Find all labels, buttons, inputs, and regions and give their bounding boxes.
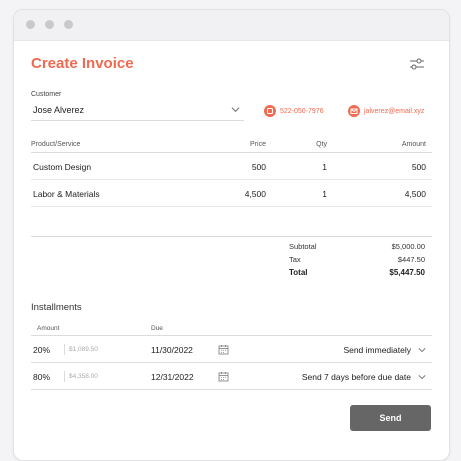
total-label: Total <box>289 268 308 277</box>
customer-value: Jose Alverez <box>33 105 85 115</box>
tax-label: Tax <box>289 255 301 264</box>
page-title: Create Invoice <box>31 55 134 72</box>
send-button[interactable]: Send <box>350 405 431 431</box>
phone-icon <box>264 105 276 117</box>
qty-cell: 1 <box>322 189 327 199</box>
due-date-field[interactable]: 11/30/2022 <box>151 345 193 355</box>
due-date-field[interactable]: 12/31/2022 <box>151 372 194 382</box>
total-value: $5,447.50 <box>389 268 425 277</box>
customer-select[interactable]: Jose Alverez <box>31 99 244 121</box>
column-price: Price <box>250 141 266 148</box>
send-schedule-select[interactable]: Send immediately <box>343 345 411 355</box>
table-row[interactable]: Custom Design 500 1 500 <box>31 153 432 180</box>
settings-sliders-icon[interactable] <box>409 57 425 71</box>
column-qty: Qty <box>316 141 327 148</box>
divider <box>64 344 65 355</box>
product-cell: Custom Design <box>33 162 92 172</box>
app-window: Create Invoice Customer Jose Alverez 522… <box>13 9 450 461</box>
calendar-icon[interactable] <box>218 371 229 382</box>
window-titlebar <box>14 10 449 41</box>
window-minimize-dot[interactable] <box>45 20 54 29</box>
percent-field[interactable]: 80% <box>33 372 50 382</box>
invoice-form: Create Invoice Customer Jose Alverez 522… <box>31 41 432 460</box>
chevron-down-icon <box>418 375 426 380</box>
tax-value: $447.50 <box>397 255 425 264</box>
line-items-table: Product/Service Price Qty Amount Custom … <box>31 137 432 207</box>
subtotal-label: Subtotal <box>289 242 317 251</box>
price-cell: 500 <box>251 162 266 172</box>
customer-phone[interactable]: 522-050-7976 <box>264 105 324 117</box>
amount-cell: 4,500 <box>404 189 426 199</box>
installments-title: Installments <box>31 302 82 313</box>
tax-row: Tax $447.50 <box>289 255 425 268</box>
amount-cell: 500 <box>411 162 426 172</box>
column-amount: Amount <box>37 325 60 332</box>
price-cell: 4,500 <box>244 189 266 199</box>
percent-field[interactable]: 20% <box>33 345 50 355</box>
customer-label: Customer <box>31 91 62 98</box>
chevron-down-icon <box>418 348 426 353</box>
calendar-icon[interactable] <box>218 344 229 355</box>
column-product: Product/Service <box>31 141 81 148</box>
window-maximize-dot[interactable] <box>64 20 73 29</box>
line-items-header: Product/Service Price Qty Amount <box>31 137 432 153</box>
column-amount: Amount <box>401 141 426 148</box>
window-close-dot[interactable] <box>26 20 35 29</box>
installment-row: 20% $1,089.50 11/30/2022 Send immediatel… <box>31 336 432 363</box>
subtotal-value: $5,000.00 <box>391 242 425 251</box>
product-cell: Labor & Materials <box>33 189 100 199</box>
column-due: Due <box>151 325 163 332</box>
installment-row: 80% $4,358.00 12/31/2022 Send 7 days bef… <box>31 363 432 390</box>
installments-table: Amount Due 20% $1,089.50 11/30/2022 Send… <box>31 322 432 390</box>
send-schedule-select[interactable]: Send 7 days before due date <box>302 372 411 382</box>
chevron-down-icon <box>231 107 240 113</box>
phone-text: 522-050-7976 <box>280 107 324 115</box>
qty-cell: 1 <box>322 162 327 172</box>
divider <box>64 371 65 382</box>
installment-amount: $1,089.50 <box>69 346 98 353</box>
installment-amount: $4,358.00 <box>69 373 98 380</box>
mail-icon <box>348 105 360 117</box>
divider <box>31 236 432 237</box>
installments-header: Amount Due <box>31 322 432 336</box>
email-text: jalverez@email.xyz <box>364 107 425 115</box>
totals-summary: Subtotal $5,000.00 Tax $447.50 Total $5,… <box>289 242 425 281</box>
subtotal-row: Subtotal $5,000.00 <box>289 242 425 255</box>
total-row: Total $5,447.50 <box>289 268 425 281</box>
table-row[interactable]: Labor & Materials 4,500 1 4,500 <box>31 180 432 207</box>
customer-email[interactable]: jalverez@email.xyz <box>348 105 424 117</box>
